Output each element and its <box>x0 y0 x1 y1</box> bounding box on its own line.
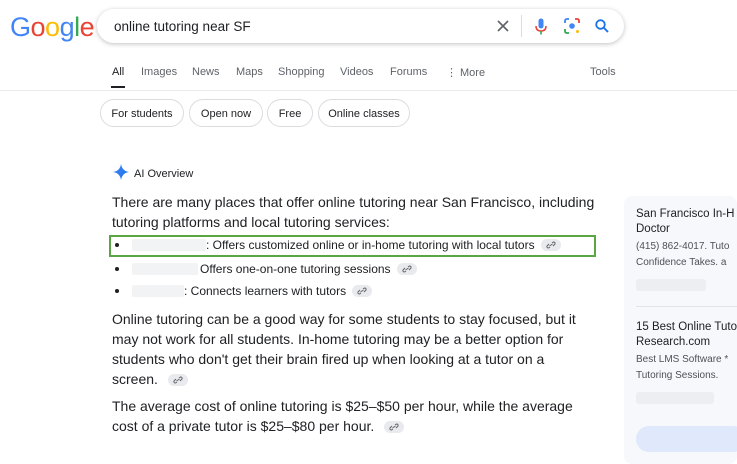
list-item-text: Offers one-on-one tutoring sessions <box>200 262 391 276</box>
chip-open-now[interactable]: Open now <box>189 99 263 127</box>
tab-more-label: More <box>460 67 486 79</box>
tab-tools[interactable]: Tools <box>590 66 616 78</box>
tab-shopping[interactable]: Shopping <box>278 66 325 78</box>
active-tab-indicator <box>111 86 125 88</box>
chip-for-students[interactable]: For students <box>100 99 184 127</box>
bullet-dot <box>115 267 119 271</box>
source-divider <box>636 306 737 307</box>
list-item-text: : Connects learners with tutors <box>184 284 347 298</box>
source-snippet: Best LMS Software * <box>636 354 729 365</box>
chip-free[interactable]: Free <box>267 99 313 127</box>
search-input[interactable]: online tutoring near SF <box>114 19 251 34</box>
logo-letter: o <box>30 12 46 42</box>
tab-images[interactable]: Images <box>141 66 177 78</box>
redacted-text <box>636 392 714 404</box>
bullet-dot <box>115 289 119 293</box>
search-box[interactable]: online tutoring near SF <box>97 9 624 43</box>
search-divider <box>521 15 522 37</box>
tab-maps[interactable]: Maps <box>236 66 263 78</box>
list-item: : Connects learners with tutors <box>115 283 373 299</box>
logo-letter: e <box>79 12 95 42</box>
logo-letter: o <box>45 12 60 42</box>
microphone-icon[interactable] <box>533 17 549 35</box>
ai-overview-paragraph: Online tutoring can be a good way for so… <box>112 309 592 389</box>
tab-forums[interactable]: Forums <box>390 66 427 78</box>
header-divider <box>0 90 737 91</box>
redacted-text <box>132 263 198 275</box>
logo-letter: G <box>10 12 31 42</box>
link-icon[interactable] <box>384 421 405 433</box>
google-logo[interactable]: Google <box>10 12 95 43</box>
ai-overview-header: AI Overview <box>113 164 193 183</box>
logo-letter: g <box>59 12 75 42</box>
source-snippet: Confidence Takes. a <box>636 257 727 268</box>
paragraph-text: The average cost of online tutoring is $… <box>112 398 573 434</box>
link-icon[interactable] <box>352 285 373 297</box>
redacted-text <box>636 279 706 291</box>
list-item: Offers one-on-one tutoring sessions <box>115 261 417 277</box>
tab-news[interactable]: News <box>192 66 220 78</box>
highlight-box <box>109 235 596 257</box>
link-icon[interactable] <box>167 374 188 386</box>
tab-all[interactable]: All <box>112 66 124 78</box>
sources-panel: San Francisco In-H Doctor (415) 862-4017… <box>624 196 737 464</box>
more-vert-icon: ⋮ <box>446 67 457 79</box>
ai-overview-label: AI Overview <box>134 167 194 180</box>
close-icon[interactable] <box>495 18 511 34</box>
redacted-text <box>132 285 184 297</box>
link-icon[interactable] <box>396 263 417 275</box>
source-title[interactable]: Doctor <box>636 222 670 237</box>
ai-overview-intro: There are many places that offer online … <box>112 194 595 230</box>
tab-videos[interactable]: Videos <box>340 66 373 78</box>
tab-more[interactable]: ⋮ More <box>446 66 485 79</box>
sparkle-icon <box>113 164 129 183</box>
source-title[interactable]: San Francisco In-H <box>636 207 734 222</box>
ai-overview-paragraph: The average cost of online tutoring is $… <box>112 396 592 436</box>
lens-icon[interactable] <box>563 17 581 35</box>
source-title[interactable]: Research.com <box>636 335 710 350</box>
source-snippet: (415) 862-4017. Tuto <box>636 241 730 252</box>
source-title[interactable]: 15 Best Online Tuto <box>636 320 737 335</box>
source-snippet: Tutoring Sessions. <box>636 370 719 381</box>
chip-online-classes[interactable]: Online classes <box>318 99 410 127</box>
search-icon[interactable] <box>593 17 611 35</box>
show-all-button[interactable] <box>636 426 737 452</box>
